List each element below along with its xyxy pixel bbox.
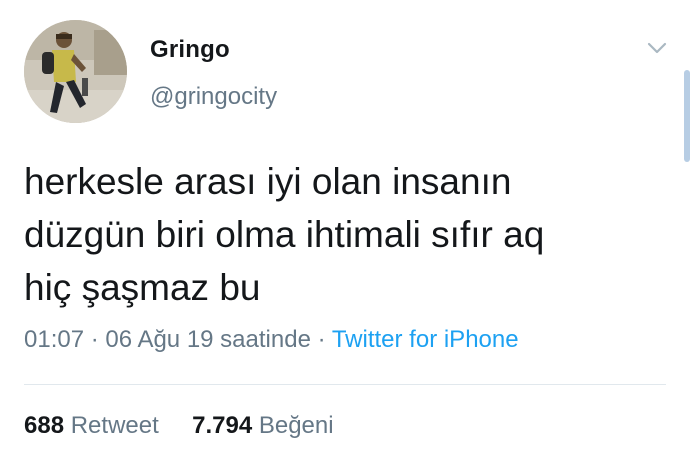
meta-separator: ·	[90, 326, 99, 353]
tweet-text-line: hiç şaşmaz bu	[24, 267, 261, 308]
tweet-text-line: herkesle arası iyi olan insanın	[24, 161, 512, 202]
display-name[interactable]: Gringo	[150, 36, 230, 64]
tweet-date[interactable]: 06 Ağu 19 saatinde	[105, 326, 311, 353]
tweet-text-line: düzgün biri olma ihtimali sıfır aq	[24, 214, 545, 255]
chevron-down-icon[interactable]	[646, 40, 668, 56]
tweet-stats: 688 Retweet 7.794 Beğeni	[24, 412, 334, 440]
tweet-text: herkesle arası iyi olan insanın düzgün b…	[24, 155, 664, 314]
avatar-photo	[24, 20, 127, 123]
like-label[interactable]: Beğeni	[259, 412, 334, 439]
meta-separator: ·	[317, 326, 326, 353]
scrollbar[interactable]	[684, 70, 690, 162]
tweet-card: Gringo @gringocity herkesle arası iyi ol…	[0, 0, 690, 465]
avatar[interactable]	[24, 20, 127, 123]
like-count[interactable]: 7.794	[192, 412, 252, 439]
retweet-count[interactable]: 688	[24, 412, 64, 439]
tweet-time[interactable]: 01:07	[24, 326, 84, 353]
tweet-meta: 01:07 · 06 Ağu 19 saatinde · Twitter for…	[24, 326, 519, 354]
divider	[24, 384, 666, 385]
retweet-label[interactable]: Retweet	[71, 412, 159, 439]
tweet-source-link[interactable]: Twitter for iPhone	[332, 326, 519, 353]
user-handle[interactable]: @gringocity	[150, 83, 277, 111]
